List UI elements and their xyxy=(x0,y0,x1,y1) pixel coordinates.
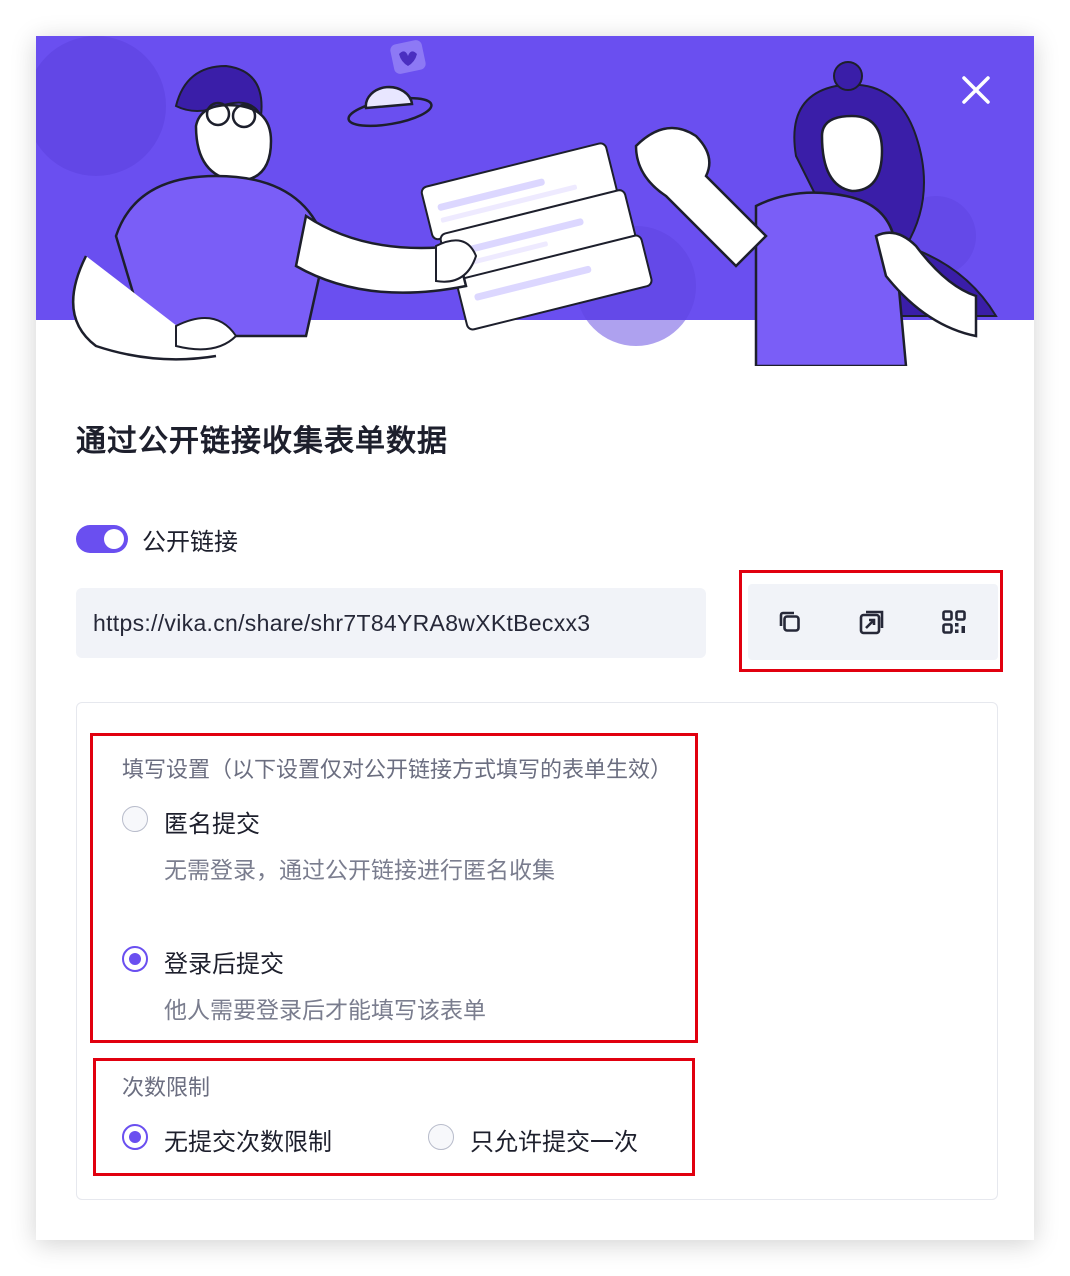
copy-icon xyxy=(779,611,800,632)
toggle-knob xyxy=(104,529,124,549)
option-anonymous-submit-desc: 无需登录，通过公开链接进行匿名收集 xyxy=(164,858,555,884)
banner-illustration xyxy=(36,36,998,366)
radio-submit-once[interactable] xyxy=(428,1124,454,1150)
submit-limit-label: 次数限制 xyxy=(122,1076,211,1101)
share-url-field[interactable]: https://vika.cn/share/shr7T84YRA8wXKtBec… xyxy=(76,588,706,658)
radio-unlimited-submit[interactable] xyxy=(122,1124,148,1150)
public-link-toggle[interactable] xyxy=(76,525,128,553)
public-link-row: 公开链接 xyxy=(76,522,238,556)
option-submit-once-label[interactable]: 只允许提交一次 xyxy=(470,1122,638,1157)
share-form-dialog: 通过公开链接收集表单数据 公开链接 https://vika.cn/share/… xyxy=(36,36,1034,1240)
radio-login-submit[interactable] xyxy=(122,946,148,972)
option-login-submit-desc: 他人需要登录后才能填写该表单 xyxy=(164,998,486,1024)
option-login-submit-label[interactable]: 登录后提交 xyxy=(164,944,284,979)
copy-link-button[interactable] xyxy=(774,606,806,638)
share-url-text: https://vika.cn/share/shr7T84YRA8wXKtBec… xyxy=(93,609,591,636)
qrcode-icon xyxy=(942,610,966,634)
option-anonymous-submit-label[interactable]: 匿名提交 xyxy=(164,804,260,839)
close-icon xyxy=(962,76,990,104)
open-link-icon xyxy=(859,610,884,635)
qrcode-button[interactable] xyxy=(938,606,970,638)
link-actions xyxy=(748,584,998,660)
close-button[interactable] xyxy=(956,70,996,110)
radio-anonymous-submit[interactable] xyxy=(122,806,148,832)
public-link-label: 公开链接 xyxy=(142,527,238,556)
open-link-button[interactable] xyxy=(856,606,888,638)
option-unlimited-submit-label[interactable]: 无提交次数限制 xyxy=(164,1122,332,1157)
fill-settings-label: 填写设置（以下设置仅对公开链接方式填写的表单生效） xyxy=(122,758,673,783)
dialog-title: 通过公开链接收集表单数据 xyxy=(76,424,448,459)
